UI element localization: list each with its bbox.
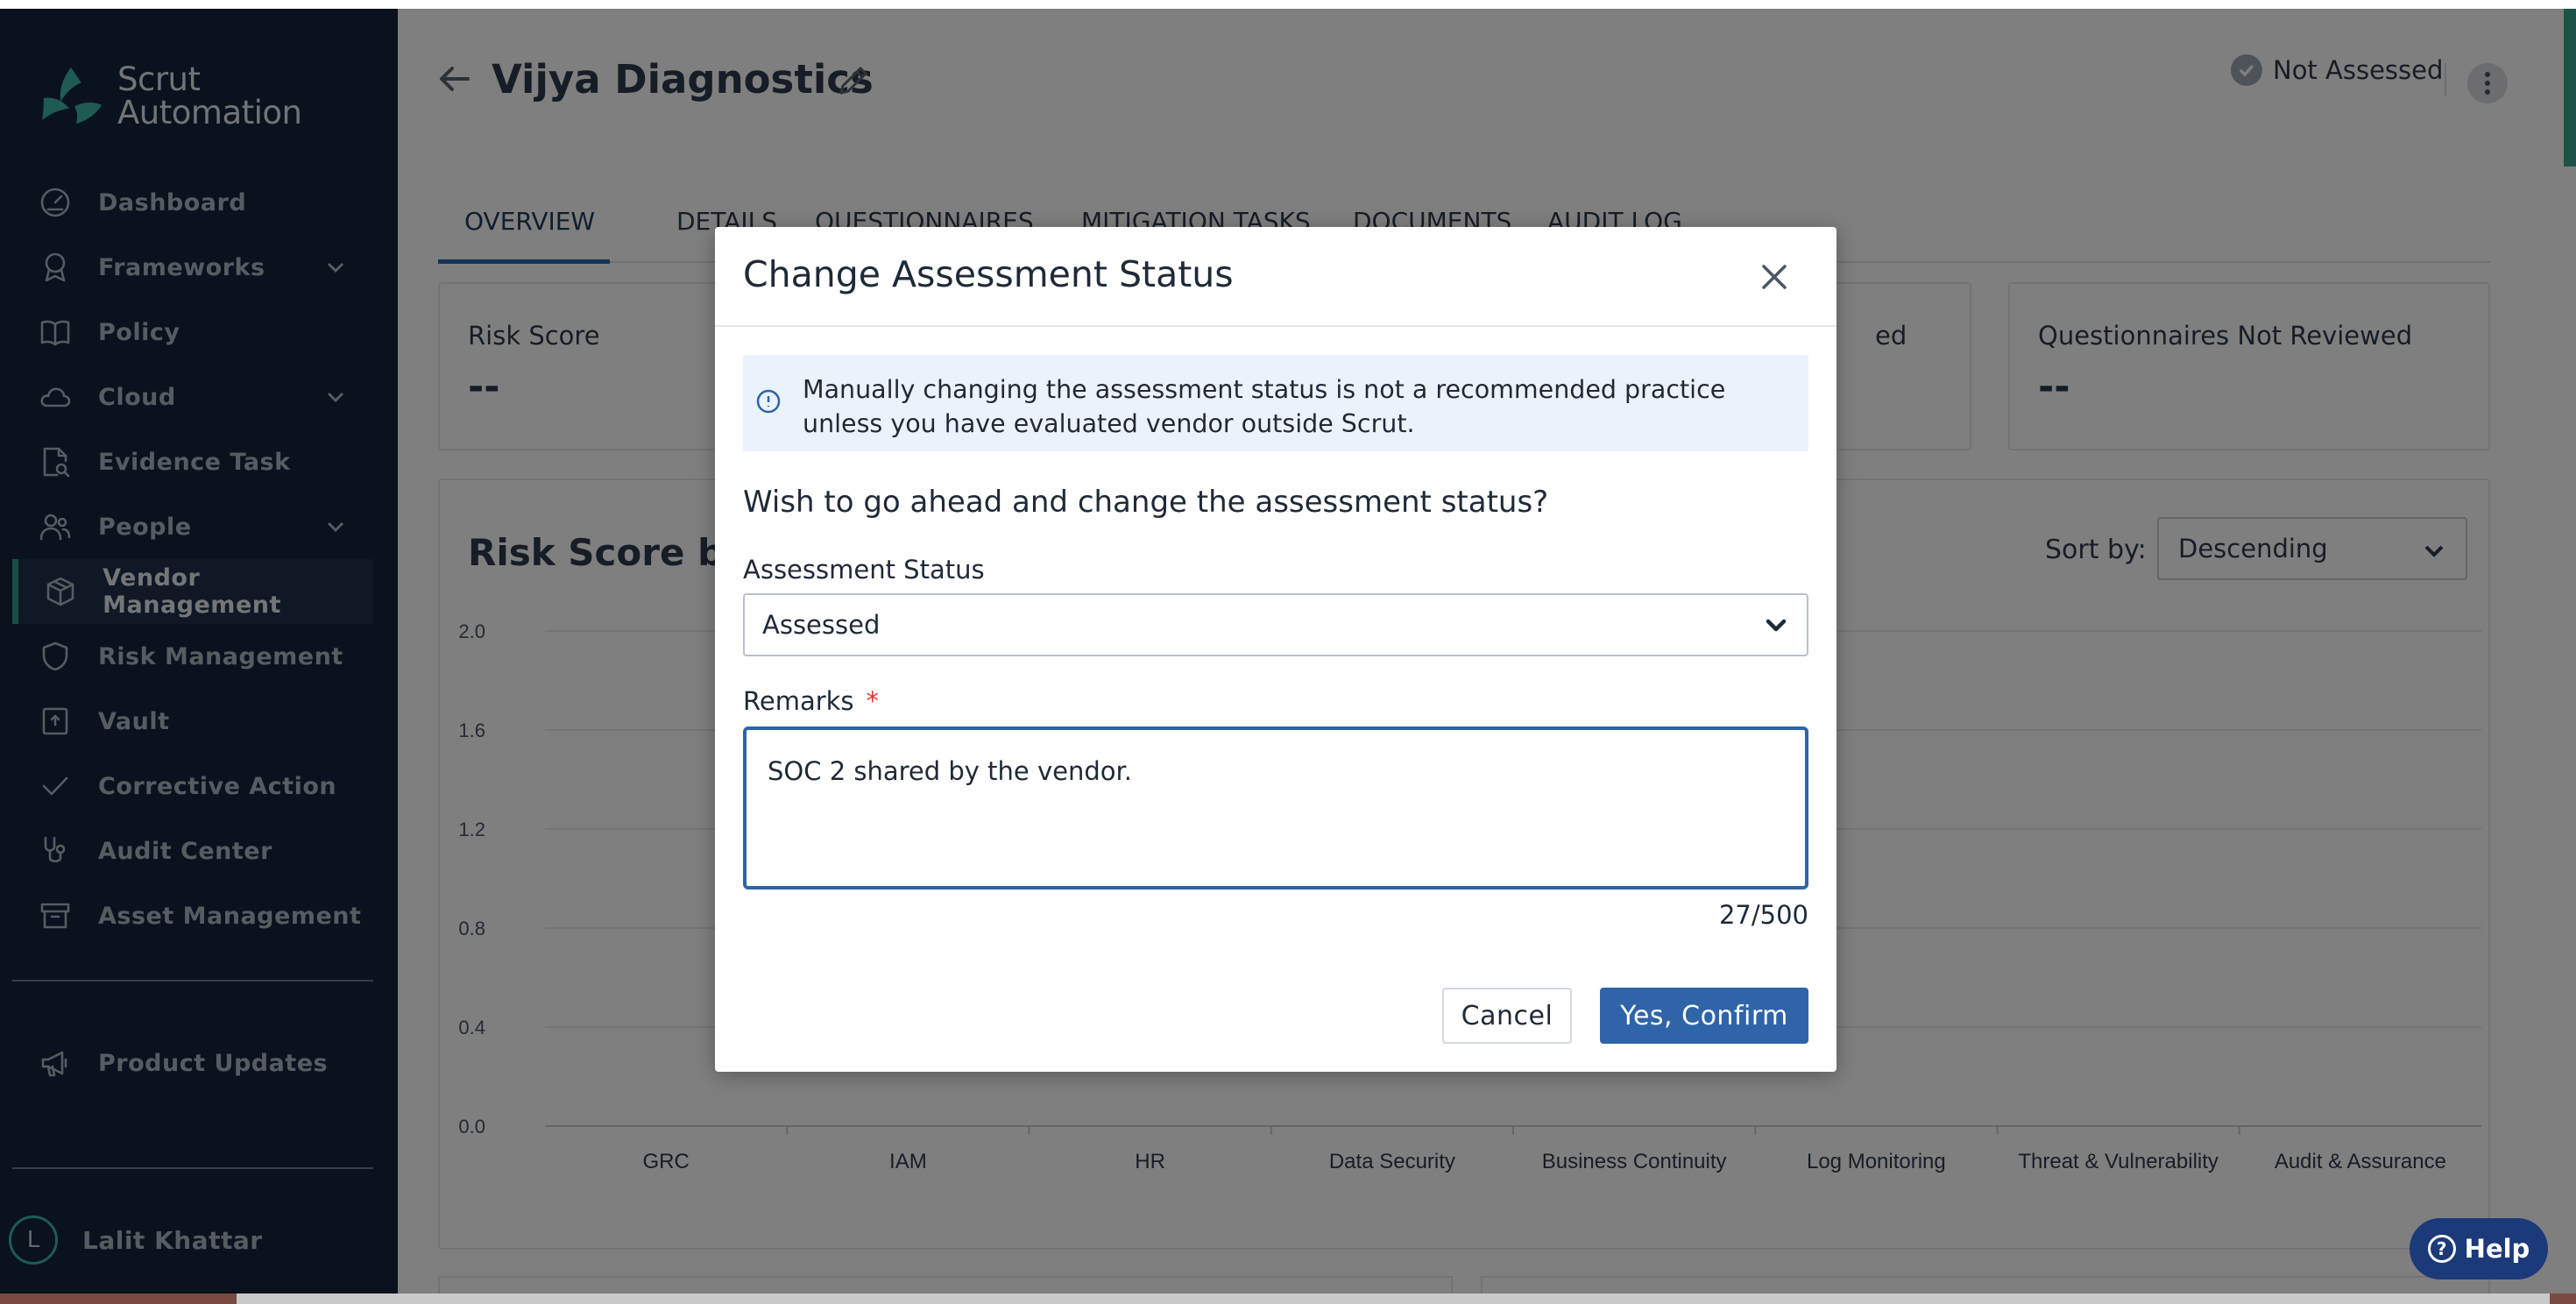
remarks-label: Remarks * [743,686,879,716]
remarks-textarea[interactable] [743,726,1808,889]
change-assessment-status-dialog: Change Assessment Status Manually changi… [715,227,1836,1072]
remarks-label-text: Remarks [743,686,854,716]
character-count: 27/500 [1718,900,1808,930]
dialog-title: Change Assessment Status [743,253,1234,295]
close-icon[interactable] [1754,257,1794,297]
top-strip [0,0,2576,9]
help-button[interactable]: ? Help [2410,1218,2548,1279]
required-asterisk: * [866,686,880,716]
window-bottom-edge [0,1293,2576,1304]
selected-status: Assessed [762,610,881,640]
info-circle-icon [755,388,782,419]
chevron-down-icon [1763,613,1789,645]
confirm-question: Wish to go ahead and change the assessme… [743,485,1549,520]
assessment-status-select[interactable]: Assessed [743,593,1808,656]
assessment-status-label: Assessment Status [743,555,985,585]
info-text: Manually changing the assessment status … [803,375,1726,438]
question-mark-icon: ? [2427,1235,2456,1263]
help-label: Help [2464,1234,2530,1264]
confirm-button[interactable]: Yes, Confirm [1600,988,1808,1044]
dialog-header: Change Assessment Status [715,227,1836,327]
info-banner: Manually changing the assessment status … [743,355,1808,451]
cancel-button[interactable]: Cancel [1442,988,1572,1044]
